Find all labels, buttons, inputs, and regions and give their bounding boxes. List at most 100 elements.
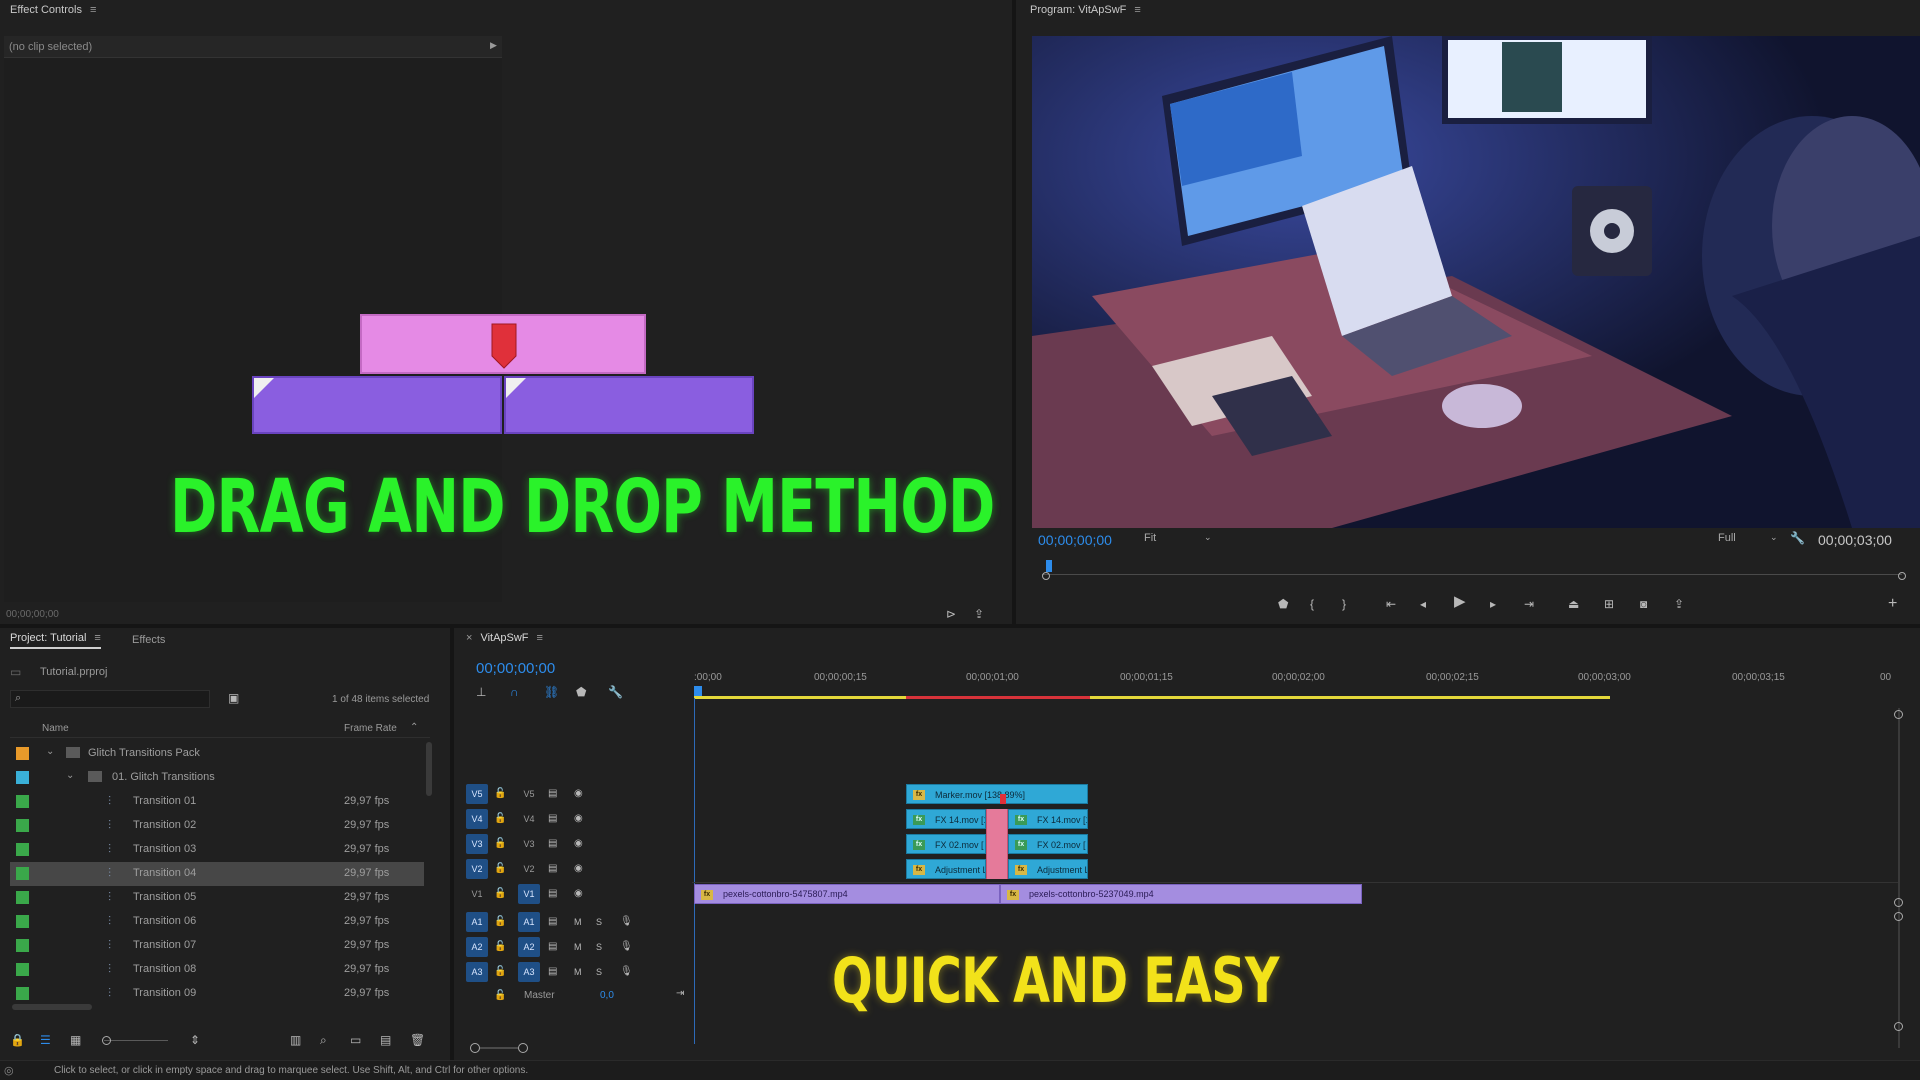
step-back-icon[interactable]: ◂ (1420, 596, 1426, 612)
lock-icon[interactable]: 🔓 (494, 836, 506, 852)
master-value[interactable]: 0,0 (600, 990, 614, 1001)
export-icon[interactable]: ⇪ (974, 606, 984, 622)
add-button-icon[interactable]: + (1888, 596, 1897, 612)
scroll-handle[interactable] (1894, 710, 1903, 719)
folder-row-glitch-transitions-pack[interactable]: ⌄ Glitch Transitions Pack (0, 742, 440, 766)
playhead[interactable] (1046, 560, 1052, 572)
vertical-scrollbar[interactable] (426, 742, 432, 796)
solo-icon[interactable]: S (596, 914, 602, 930)
list-item[interactable]: ⫶ Transition 09 29,97 fps (0, 982, 440, 1006)
go-to-end-icon[interactable]: ⇥ (676, 986, 684, 1002)
wrench-icon[interactable]: 🔧 (608, 684, 623, 700)
clip-adjustment-a[interactable]: fx Adjustment L (906, 859, 986, 879)
clip-fx02-b[interactable]: fx FX 02.mov [ (1008, 834, 1088, 854)
scroll-handle[interactable] (1894, 912, 1903, 921)
sync-lock-icon[interactable]: ▤ (548, 811, 557, 827)
eye-icon[interactable]: ◉ (574, 811, 583, 827)
camera-icon[interactable]: ◙ (1640, 596, 1647, 612)
chevron-down-icon[interactable]: ⌄ (66, 770, 74, 781)
sync-lock-icon[interactable]: ▤ (548, 786, 557, 802)
solo-icon[interactable]: S (596, 939, 602, 955)
mute-icon[interactable]: M (574, 939, 582, 955)
transition-marker-region[interactable] (986, 809, 1008, 879)
lock-icon[interactable]: 🔒 (10, 1032, 25, 1048)
new-item-icon[interactable]: ▤ (380, 1032, 391, 1048)
mute-icon[interactable]: M (574, 914, 582, 930)
lock-icon[interactable]: 🔓 (494, 811, 506, 827)
clip-fx14-b[interactable]: fx FX 14.mov [1 (1008, 809, 1088, 829)
export-frame-icon[interactable]: ⇪ (1674, 596, 1684, 612)
menu-icon[interactable]: ≡ (1134, 0, 1140, 20)
list-item[interactable]: ⫶ Transition 06 29,97 fps (0, 910, 440, 934)
menu-icon[interactable]: ≡ (94, 632, 100, 644)
horizontal-zoom-scrollbar[interactable] (470, 1042, 530, 1054)
scrub-start-handle[interactable] (1042, 572, 1050, 580)
mark-in-icon[interactable]: { (1310, 596, 1314, 612)
track-target-a1[interactable]: A1 (518, 912, 540, 932)
sync-lock-icon[interactable]: ▤ (548, 886, 557, 902)
scroll-handle[interactable] (1894, 1022, 1903, 1031)
list-item[interactable]: ⫶ Transition 02 29,97 fps (0, 814, 440, 838)
sync-lock-icon[interactable]: ▤ (548, 914, 557, 930)
chevron-down-icon[interactable]: ⌄ (46, 746, 54, 757)
source-patch-v5[interactable]: V5 (466, 784, 488, 804)
fit-dropdown[interactable]: Fit ⌄ (1144, 532, 1216, 548)
find-icon[interactable]: ⌕ (320, 1032, 327, 1048)
clip-fx14-a[interactable]: fx FX 14.mov [1 (906, 809, 986, 829)
program-timecode[interactable]: 00;00;00;00 (1038, 532, 1112, 548)
folder-row-01-glitch-transitions[interactable]: ⌄ 01. Glitch Transitions (0, 766, 440, 790)
sync-lock-icon[interactable]: ▤ (548, 964, 557, 980)
sync-lock-icon[interactable]: ▤ (548, 939, 557, 955)
timeline-timecode[interactable]: 00;00;00;00 (476, 660, 555, 677)
mute-icon[interactable]: M (574, 964, 582, 980)
program-header[interactable]: Program: VitApSwF ≡ (1030, 0, 1141, 20)
clip-pexels-2[interactable]: fx pexels-cottonbro-5237049.mp4 (1000, 884, 1362, 904)
eye-icon[interactable]: ◉ (574, 836, 583, 852)
automate-icon[interactable]: ▥ (290, 1032, 301, 1048)
search-input[interactable]: ⌕ (10, 690, 210, 708)
quality-dropdown[interactable]: Full ⌄ (1718, 532, 1780, 548)
tab-project[interactable]: Project: Tutorial ≡ (10, 632, 101, 649)
lift-icon[interactable]: ⏏ (1568, 596, 1579, 612)
trash-icon[interactable]: 🗑 (410, 1032, 425, 1048)
icon-view-icon[interactable]: ▦ (70, 1032, 81, 1048)
lock-icon[interactable]: 🔓 (494, 861, 506, 877)
track-target-a3[interactable]: A3 (518, 962, 540, 982)
play-arrow-icon[interactable]: ▶ (490, 40, 497, 51)
lock-icon[interactable]: 🔓 (494, 886, 506, 902)
solo-icon[interactable]: S (596, 964, 602, 980)
go-to-out-icon[interactable]: ⇥ (1524, 596, 1534, 612)
horizontal-scrollbar[interactable] (12, 1004, 92, 1010)
col-frame-rate-header[interactable]: Frame Rate (344, 723, 397, 734)
microphone-icon[interactable]: 🎙 (620, 914, 633, 930)
go-to-in-icon[interactable]: ⇤ (1386, 596, 1396, 612)
clip-pexels-1[interactable]: fx pexels-cottonbro-5475807.mp4 (694, 884, 1000, 904)
menu-icon[interactable]: ≡ (90, 0, 96, 20)
eye-icon[interactable]: ◉ (574, 861, 583, 877)
lock-icon[interactable]: 🔓 (494, 988, 506, 1004)
scroll-handle[interactable] (1894, 898, 1903, 907)
clip-adjustment-b[interactable]: fx Adjustment L (1008, 859, 1088, 879)
track-target-a2[interactable]: A2 (518, 937, 540, 957)
scroll-handle[interactable] (470, 1043, 480, 1053)
insert-sequence-icon[interactable]: ⊥ (476, 684, 486, 700)
list-item[interactable]: ⫶ Transition 01 29,97 fps (0, 790, 440, 814)
lock-icon[interactable]: 🔓 (494, 964, 506, 980)
snap-magnet-icon[interactable]: ∩ (510, 684, 519, 700)
list-view-icon[interactable]: ☰ (40, 1032, 51, 1048)
lock-icon[interactable]: 🔓 (494, 939, 506, 955)
close-icon[interactable]: × (466, 632, 472, 644)
timeline-tab[interactable]: × VitApSwF ≡ (466, 632, 543, 644)
source-patch-a3[interactable]: A3 (466, 962, 488, 982)
lock-icon[interactable]: 🔓 (494, 914, 506, 930)
filter-icon[interactable]: ⊳ (946, 606, 956, 622)
clip-fx02-a[interactable]: fx FX 02.mov [ (906, 834, 986, 854)
list-item[interactable]: ⫶ Transition 08 29,97 fps (0, 958, 440, 982)
effect-controls-header[interactable]: Effect Controls ≡ (10, 0, 96, 20)
source-patch-v4[interactable]: V4 (466, 809, 488, 829)
source-patch-v2[interactable]: V2 (466, 859, 488, 879)
mark-out-icon[interactable]: } (1342, 596, 1346, 612)
list-item[interactable]: ⫶ Transition 05 29,97 fps (0, 886, 440, 910)
source-patch-a2[interactable]: A2 (466, 937, 488, 957)
source-patch-v3[interactable]: V3 (466, 834, 488, 854)
